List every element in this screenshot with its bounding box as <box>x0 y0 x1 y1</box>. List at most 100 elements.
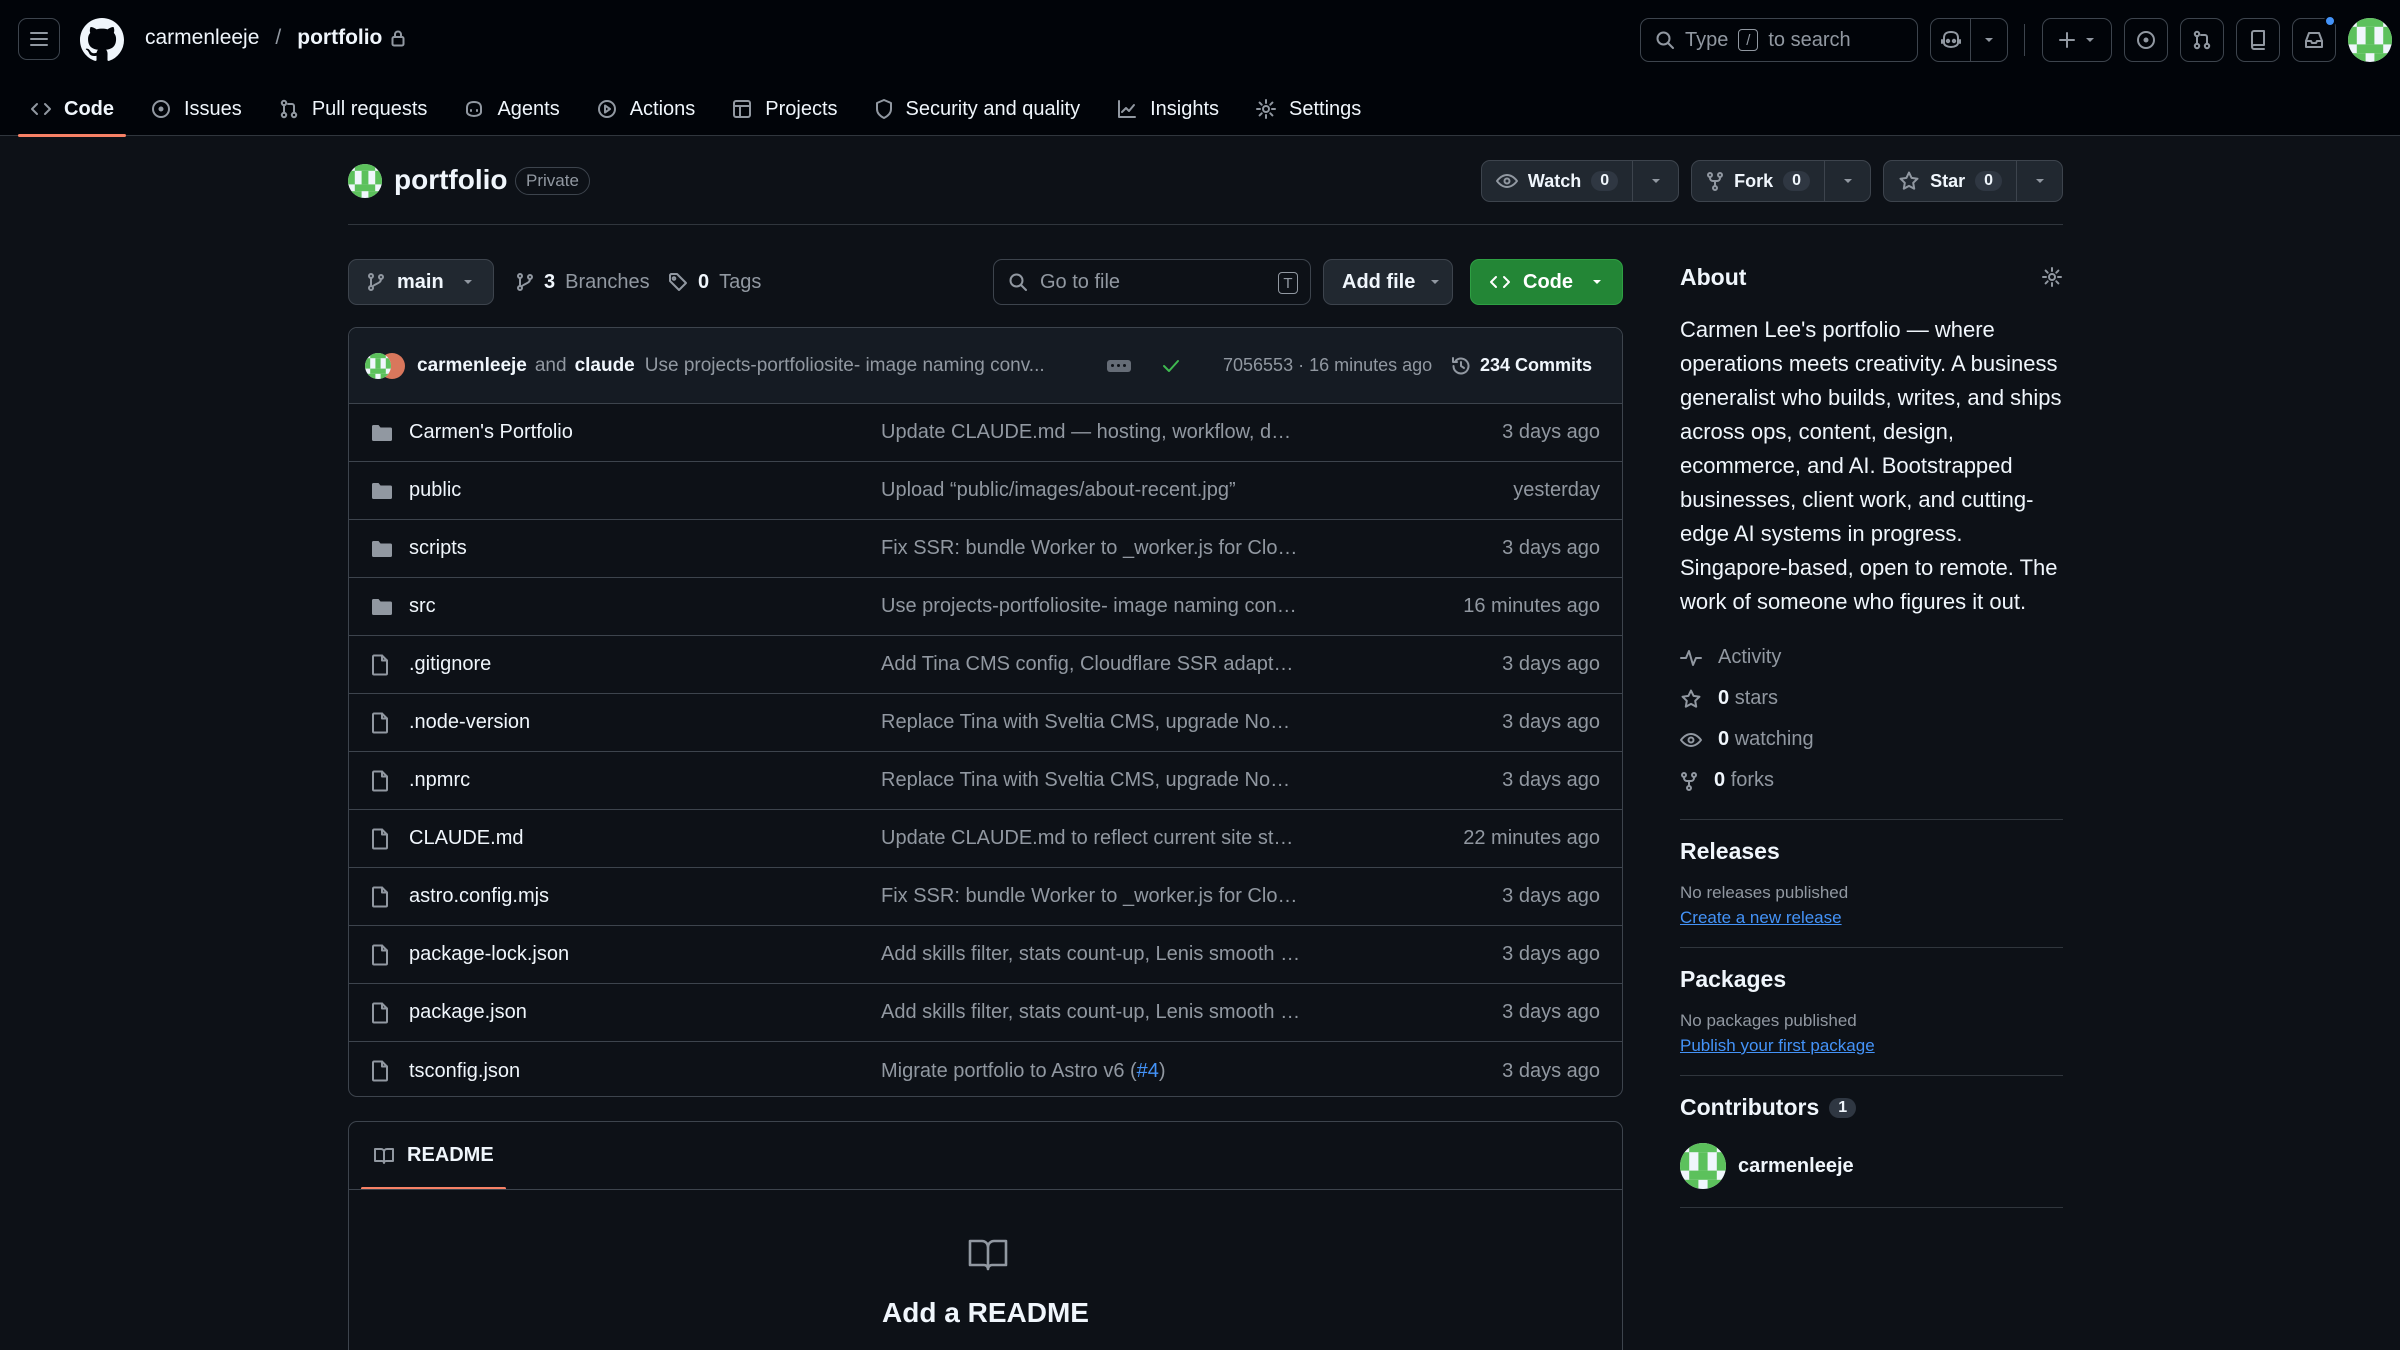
file-commit-message[interactable]: Replace Tina with Sveltia CMS, upgrade N… <box>881 769 1301 792</box>
gear-icon[interactable] <box>2041 266 2063 288</box>
tab-pull-requests[interactable]: Pull requests <box>266 82 440 136</box>
check-icon[interactable] <box>1161 358 1181 374</box>
tab-code[interactable]: Code <box>18 82 126 137</box>
commit-author-1[interactable]: carmenleeje <box>417 355 527 377</box>
menu-icon[interactable] <box>18 18 60 60</box>
chevron-down-icon[interactable] <box>1632 161 1678 201</box>
add-file-button[interactable]: Add file <box>1323 259 1453 305</box>
publish-package-link[interactable]: Publish your first package <box>1680 1036 1875 1056</box>
branch-selector[interactable]: main <box>348 259 494 305</box>
lock-icon <box>390 29 406 47</box>
file-commit-message[interactable]: Add Tina CMS config, Cloudflare SSR adap… <box>881 653 1301 676</box>
watching-link[interactable]: 0 watching <box>1680 719 2063 760</box>
pr-link[interactable]: #4 <box>1137 1060 1159 1082</box>
branches-count: 3 <box>544 270 556 293</box>
branches-link[interactable]: 3 Branches <box>516 259 650 305</box>
tab-security[interactable]: Security and quality <box>862 82 1093 136</box>
commits-link[interactable]: 234 Commits <box>1450 355 1592 377</box>
forks-link[interactable]: 0 forks <box>1680 760 2063 801</box>
commit-author-2[interactable]: claude <box>575 355 635 377</box>
contributors-heading-text: Contributors <box>1680 1094 1820 1120</box>
file-commit-message[interactable]: Fix SSR: bundle Worker to _worker.js for… <box>881 537 1301 560</box>
expand-commit-button[interactable] <box>1106 359 1131 372</box>
file-name[interactable]: src <box>409 595 436 618</box>
tab-issues[interactable]: Issues <box>138 82 254 136</box>
file-commit-message[interactable]: Replace Tina with Sveltia CMS, upgrade N… <box>881 711 1301 734</box>
table-row[interactable]: tsconfig.json Migrate portfolio to Astro … <box>349 1042 1622 1096</box>
file-commit-message[interactable]: Add skills filter, stats count-up, Lenis… <box>881 1001 1301 1024</box>
user-avatar[interactable] <box>2348 18 2392 62</box>
issues-button[interactable] <box>2124 18 2168 62</box>
code-button[interactable]: Code <box>1470 259 1623 305</box>
table-row[interactable]: .gitignore Add Tina CMS config, Cloudflar… <box>349 636 1622 694</box>
table-row[interactable]: astro.config.mjs Fix SSR: bundle Worker t… <box>349 868 1622 926</box>
file-commit-message[interactable]: Upload “public/images/about-recent.jpg” <box>881 479 1301 502</box>
commit-authors-avatars[interactable] <box>365 352 405 379</box>
star-button[interactable]: Star 0 <box>1883 160 2063 202</box>
file-name[interactable]: .node-version <box>409 711 530 734</box>
create-release-link[interactable]: Create a new release <box>1680 908 1842 928</box>
go-to-file-input[interactable]: Go to file T <box>993 259 1311 305</box>
tab-projects[interactable]: Projects <box>719 82 849 136</box>
file-date: 3 days ago <box>1502 1059 1600 1082</box>
chevron-down-icon[interactable] <box>2016 161 2062 201</box>
file-commit-message[interactable]: Migrate portfolio to Astro v6 (#4) <box>881 1060 1301 1083</box>
commit-message-text: Fix SSR: bundle Worker to _worker.js for… <box>881 885 1301 907</box>
contributors-heading[interactable]: Contributors 1 <box>1680 1094 2063 1121</box>
create-new-button[interactable] <box>2042 18 2112 62</box>
table-row[interactable]: src Use projects-portfoliosite- image nam… <box>349 578 1622 636</box>
fork-button[interactable]: Fork 0 <box>1691 160 1872 202</box>
repo-name[interactable]: portfolio <box>394 164 508 196</box>
readme-tab[interactable]: README <box>361 1122 506 1190</box>
repo-nav: Code Issues Pull requests Agents Actions… <box>18 82 1385 137</box>
releases-heading[interactable]: Releases <box>1680 838 2063 865</box>
repo-link[interactable]: portfolio <box>297 26 382 50</box>
table-row[interactable]: scripts Fix SSR: bundle Worker to _worker… <box>349 520 1622 578</box>
table-row[interactable]: package.json Add skills filter, stats cou… <box>349 984 1622 1042</box>
file-commit-message[interactable]: Update CLAUDE.md to reflect current site… <box>881 827 1301 850</box>
owner-link[interactable]: carmenleeje <box>145 26 259 50</box>
file-name[interactable]: tsconfig.json <box>409 1060 520 1083</box>
chevron-down-icon[interactable] <box>1824 161 1870 201</box>
folder-icon <box>371 540 393 558</box>
file-commit-message[interactable]: Add skills filter, stats count-up, Lenis… <box>881 943 1301 966</box>
eye-icon <box>1680 732 1702 748</box>
file-name[interactable]: public <box>409 479 461 502</box>
file-name[interactable]: .npmrc <box>409 769 470 792</box>
file-name[interactable]: scripts <box>409 537 467 560</box>
tags-link[interactable]: 0 Tags <box>668 259 761 305</box>
file-name[interactable]: package.json <box>409 1001 527 1024</box>
pull-requests-button[interactable] <box>2180 18 2224 62</box>
repo-owner-avatar[interactable] <box>348 164 382 198</box>
repositories-button[interactable] <box>2236 18 2280 62</box>
file-commit-message[interactable]: Use projects-portfoliosite- image naming… <box>881 595 1301 618</box>
file-name[interactable]: CLAUDE.md <box>409 827 523 850</box>
tab-settings[interactable]: Settings <box>1243 82 1373 136</box>
commit-sha-time[interactable]: 7056553 · 16 minutes ago <box>1223 355 1432 376</box>
stars-link[interactable]: 0 stars <box>1680 678 2063 719</box>
table-row[interactable]: .node-version Replace Tina with Sveltia C… <box>349 694 1622 752</box>
file-name[interactable]: .gitignore <box>409 653 491 676</box>
file-name[interactable]: Carmen's Portfolio <box>409 421 573 444</box>
contributor-item[interactable]: carmenleeje <box>1680 1143 2063 1189</box>
search-input[interactable]: Type / to search <box>1640 18 1918 62</box>
github-logo-icon[interactable] <box>80 18 124 62</box>
tab-actions[interactable]: Actions <box>584 82 708 136</box>
tab-insights[interactable]: Insights <box>1104 82 1231 136</box>
table-row[interactable]: Carmen's Portfolio Update CLAUDE.md — hos… <box>349 404 1622 462</box>
watch-button[interactable]: Watch 0 <box>1480 160 1680 202</box>
table-row[interactable]: CLAUDE.md Update CLAUDE.md to reflect cur… <box>349 810 1622 868</box>
copilot-button[interactable] <box>1930 18 2008 62</box>
tab-agents[interactable]: Agents <box>451 82 571 136</box>
file-commit-message[interactable]: Fix SSR: bundle Worker to _worker.js for… <box>881 885 1301 908</box>
file-commit-message[interactable]: Update CLAUDE.md — hosting, workflow, do… <box>881 421 1301 444</box>
table-row[interactable]: public Upload “public/images/about-recent… <box>349 462 1622 520</box>
table-row[interactable]: .npmrc Replace Tina with Sveltia CMS, upg… <box>349 752 1622 810</box>
chevron-down-icon[interactable] <box>1971 36 2007 44</box>
commit-message[interactable]: Use projects-portfoliosite- image naming… <box>645 355 1085 377</box>
file-name[interactable]: astro.config.mjs <box>409 885 549 908</box>
file-name[interactable]: package-lock.json <box>409 943 569 966</box>
activity-link[interactable]: Activity <box>1680 637 2063 678</box>
packages-heading[interactable]: Packages <box>1680 966 2063 993</box>
table-row[interactable]: package-lock.json Add skills filter, stat… <box>349 926 1622 984</box>
